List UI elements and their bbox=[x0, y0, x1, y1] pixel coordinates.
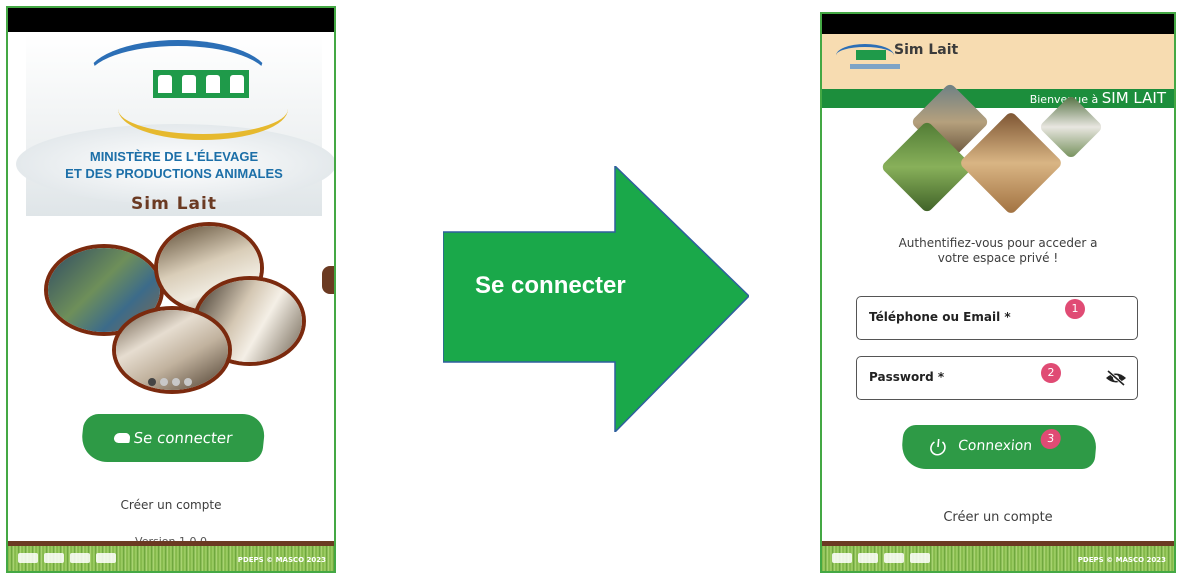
arrow-label: Se connecter bbox=[475, 272, 626, 299]
create-account-link[interactable]: Créer un compte bbox=[822, 510, 1174, 525]
login-prompt-line2: votre espace privé ! bbox=[937, 251, 1059, 265]
footer-grass-banner: PDEPS © MASCO 2023 bbox=[8, 541, 334, 571]
phone-email-field[interactable]: Téléphone ou Email * 1 bbox=[856, 296, 1138, 340]
ministry-logo-icon bbox=[153, 70, 249, 98]
footer-grass-banner: PDEPS © MASCO 2023 bbox=[822, 541, 1174, 571]
carousel-dot[interactable] bbox=[160, 378, 168, 386]
carousel-dot[interactable] bbox=[172, 378, 180, 386]
right-phone-screen: Sim Lait Bienvenue à SIM LAIT Authentifi… bbox=[820, 12, 1176, 573]
carousel-next-peek[interactable] bbox=[322, 266, 334, 294]
hand-icon bbox=[113, 433, 131, 443]
status-bar bbox=[822, 14, 1174, 34]
power-icon bbox=[930, 439, 946, 456]
connect-button[interactable]: Se connecter bbox=[79, 414, 267, 462]
app-title: Sim Lait bbox=[131, 194, 217, 214]
ministry-name-line1: MINISTÈRE DE L'ÉLEVAGE bbox=[89, 149, 259, 164]
sponsor-logos bbox=[832, 553, 930, 563]
ministry-logo-icon bbox=[832, 40, 902, 74]
step-badge-2: 2 bbox=[1041, 363, 1061, 383]
eye-off-icon[interactable] bbox=[1105, 369, 1127, 387]
left-phone-screen: MINISTÈRE DE L'ÉLEVAGE ET DES PRODUCTION… bbox=[6, 6, 336, 573]
carousel-dot[interactable] bbox=[184, 378, 192, 386]
phone-email-placeholder: Téléphone ou Email * bbox=[869, 310, 1011, 324]
connect-button-label: Se connecter bbox=[132, 429, 234, 447]
welcome-banner: Bienvenue à SIM LAIT bbox=[822, 89, 1174, 108]
step-badge-1: 1 bbox=[1065, 299, 1085, 319]
app-title: Sim Lait bbox=[894, 42, 959, 58]
ministry-logo-banner: MINISTÈRE DE L'ÉLEVAGE ET DES PRODUCTION… bbox=[16, 34, 334, 216]
step-badge-3: 3 bbox=[1039, 429, 1062, 449]
login-button[interactable]: Connexion 3 bbox=[900, 425, 1098, 469]
app-header: Sim Lait bbox=[822, 34, 1174, 89]
carousel-dot[interactable] bbox=[148, 378, 156, 386]
login-prompt-line1: Authentifiez-vous pour acceder a bbox=[898, 236, 1098, 250]
footer-credit: PDEPS © MASCO 2023 bbox=[237, 556, 326, 564]
sponsor-logos bbox=[18, 553, 116, 563]
welcome-app-name: SIM LAIT bbox=[1101, 89, 1166, 107]
ministry-name-line2: ET DES PRODUCTIONS ANIMALES bbox=[65, 166, 283, 181]
create-account-link[interactable]: Créer un compte bbox=[8, 498, 334, 512]
footer-credit: PDEPS © MASCO 2023 bbox=[1077, 556, 1166, 564]
login-button-label: Connexion bbox=[957, 438, 1033, 454]
carousel-indicator[interactable] bbox=[148, 378, 192, 386]
password-field[interactable]: Password * 2 bbox=[856, 356, 1138, 400]
password-placeholder: Password * bbox=[869, 370, 945, 384]
login-prompt: Authentifiez-vous pour acceder a votre e… bbox=[822, 236, 1174, 266]
status-bar bbox=[8, 8, 334, 32]
